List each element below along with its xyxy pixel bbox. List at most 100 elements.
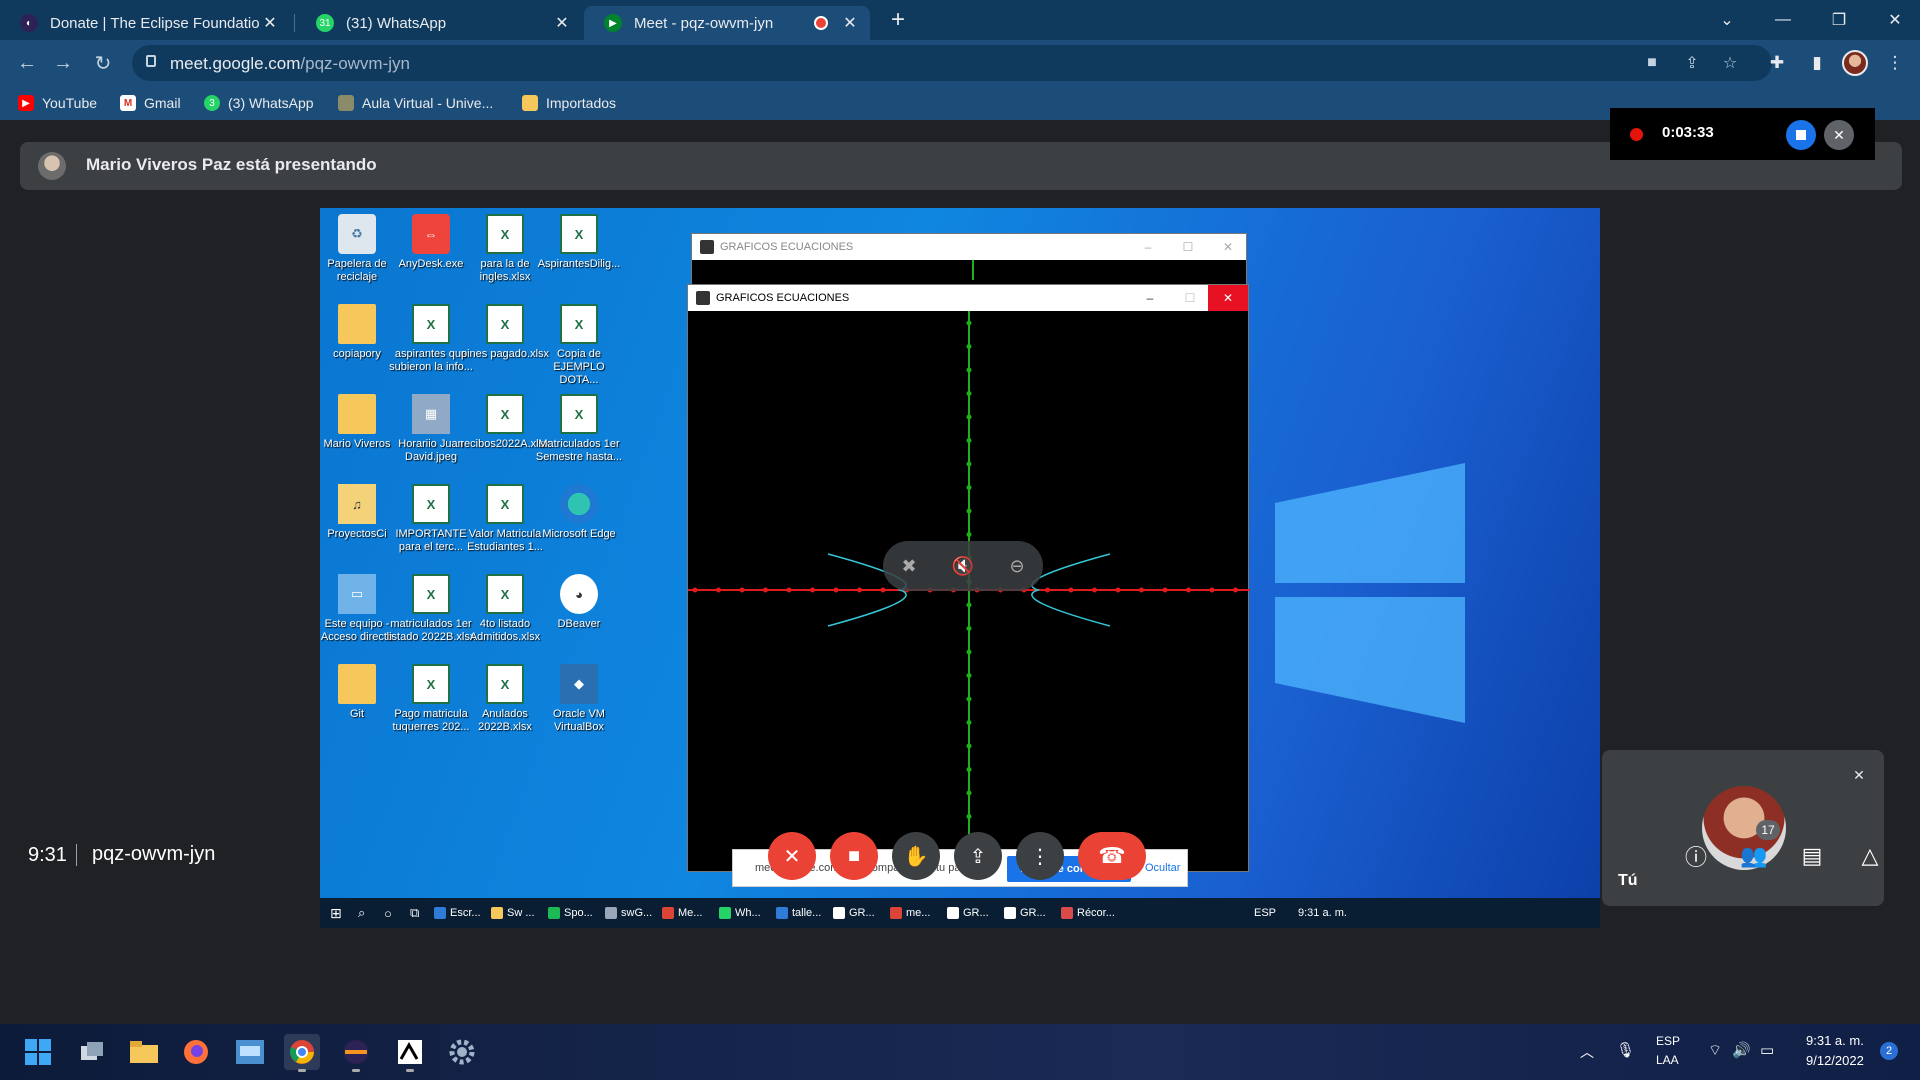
start-icon[interactable] xyxy=(20,1034,56,1070)
microphone-icon[interactable]: 🎙 xyxy=(1616,1041,1635,1059)
bookmark-star-icon[interactable]: ☆ xyxy=(1718,51,1742,75)
desktop-icon[interactable]: Microsoft Edge xyxy=(534,484,624,541)
close-tab-icon[interactable]: ✕ xyxy=(260,13,280,33)
mic-off-button[interactable]: ✕ xyxy=(768,832,816,880)
remove-icon[interactable]: ⊖ xyxy=(1005,554,1029,578)
tab-meet[interactable]: ▶ Meet - pqz-owvm-jyn ✕ xyxy=(584,6,870,40)
raise-hand-button[interactable]: ✋ xyxy=(892,832,940,880)
stop-recording-button[interactable] xyxy=(1786,120,1816,150)
close-tab-icon[interactable]: ✕ xyxy=(552,13,572,33)
tab-eclipse[interactable]: ◐ Donate | The Eclipse Foundation ✕ xyxy=(0,6,290,40)
camera-off-button[interactable]: ■ xyxy=(830,832,878,880)
youtube-icon: ▶ xyxy=(18,95,34,111)
minimize-icon[interactable]: — xyxy=(1760,0,1806,40)
x-axis-tick xyxy=(1092,587,1097,593)
address-bar[interactable]: meet.google.com/pqz-owvm-jyn ■ ⇪ ☆ xyxy=(132,45,1772,81)
hide-link[interactable]: Ocultar xyxy=(1145,862,1180,874)
y-axis-tick xyxy=(966,767,972,772)
task-view-icon[interactable] xyxy=(74,1034,110,1070)
forward-icon[interactable]: → xyxy=(48,48,78,78)
side-panel-icon[interactable]: ▮ xyxy=(1804,50,1830,76)
remote-taskbar-item: GR... xyxy=(1004,904,1046,922)
more-options-button[interactable]: ⋮ xyxy=(1016,832,1064,880)
remote-taskbar-label: Me... xyxy=(678,907,703,919)
activities-icon[interactable]: △ xyxy=(1854,840,1886,872)
input-layout[interactable]: LAA xyxy=(1656,1053,1679,1067)
y-axis-tick xyxy=(966,485,972,490)
restore-icon[interactable]: ❐ xyxy=(1816,0,1862,40)
close-icon[interactable]: ✕ xyxy=(1208,234,1248,260)
minimize-icon[interactable]: – xyxy=(1130,285,1170,311)
x-axis-tick xyxy=(810,587,815,593)
volume-off-icon[interactable]: 🔇 xyxy=(951,554,975,578)
input-language[interactable]: ESP xyxy=(1656,1034,1680,1048)
tab-search-icon[interactable]: ⌄ xyxy=(1704,0,1750,40)
meeting-info-icon[interactable]: ⓘ xyxy=(1680,840,1712,872)
desktop-icon[interactable]: ◕ DBeaver xyxy=(534,574,624,631)
remote-taskbar-label: Escr... xyxy=(450,907,481,919)
maximize-icon[interactable]: ☐ xyxy=(1170,285,1210,311)
control-panel-icon[interactable] xyxy=(232,1034,268,1070)
new-tab-button[interactable]: + xyxy=(884,6,912,34)
hyperbola-plot xyxy=(688,311,1250,873)
file-explorer-icon[interactable] xyxy=(126,1034,162,1070)
x-axis-tick xyxy=(1209,587,1215,593)
close-icon[interactable]: ✕ xyxy=(1208,285,1248,311)
battery-icon[interactable]: ▭ xyxy=(1760,1041,1774,1059)
bookmark-whatsapp[interactable]: 3 (3) WhatsApp xyxy=(204,92,314,114)
app-icon xyxy=(434,907,446,919)
settings-icon[interactable] xyxy=(444,1034,480,1070)
back-icon[interactable]: ← xyxy=(12,48,42,78)
close-window-icon[interactable]: ✕ xyxy=(1872,0,1918,40)
app-icon xyxy=(662,907,674,919)
bookmark-gmail[interactable]: M Gmail xyxy=(120,92,181,114)
remote-taskbar-item: swG... xyxy=(605,904,652,922)
maximize-icon[interactable]: ☐ xyxy=(1168,234,1208,260)
share-icon[interactable]: ⇪ xyxy=(1680,51,1704,75)
profile-avatar[interactable] xyxy=(1842,50,1868,76)
tab-whatsapp[interactable]: 31 (31) WhatsApp ✕ xyxy=(296,6,582,40)
desktop-icon[interactable]: X Matriculados 1er Semestre hasta... xyxy=(534,394,624,464)
y-axis-tick xyxy=(966,696,972,702)
desktop-icon[interactable]: ◆ Oracle VM VirtualBox xyxy=(534,664,624,734)
chat-icon[interactable]: ▤ xyxy=(1796,840,1828,872)
edge-file-icon xyxy=(560,484,598,524)
chrome-icon[interactable] xyxy=(284,1034,320,1072)
java-app-icon[interactable] xyxy=(392,1034,428,1072)
bookmark-aula-virtual[interactable]: Aula Virtual - Unive... xyxy=(338,92,493,114)
desktop-icon[interactable]: X AspirantesDilig... xyxy=(534,214,624,271)
desktop-icon[interactable]: X Copia de EJEMPLO DOTA... xyxy=(534,304,624,387)
wifi-icon[interactable]: ⌔ xyxy=(1708,1041,1722,1060)
pin-off-icon[interactable]: ✖ xyxy=(897,554,921,578)
windows-logo-wallpaper xyxy=(1275,463,1465,723)
clock-time[interactable]: 9:31 a. m. xyxy=(1806,1033,1864,1048)
remote-taskbar-item: talle... xyxy=(776,904,821,922)
folder-file-icon xyxy=(338,664,376,704)
eclipse-icon[interactable] xyxy=(338,1034,374,1072)
y-axis-tick xyxy=(966,814,972,819)
minimize-icon[interactable]: – xyxy=(1128,234,1168,260)
people-icon[interactable]: 👥 xyxy=(1738,840,1770,872)
close-tab-icon[interactable]: ✕ xyxy=(840,13,860,33)
tray-overflow-icon[interactable]: ︿ xyxy=(1580,1042,1594,1062)
chrome-menu-icon[interactable]: ⋮ xyxy=(1882,50,1908,76)
x-axis-tick xyxy=(716,587,721,593)
firefox-icon[interactable] xyxy=(178,1034,214,1070)
clock-date[interactable]: 9/12/2022 xyxy=(1806,1053,1864,1068)
graficos-window-front[interactable]: GRAFICOS ECUACIONES – ☐ ✕ ✖ 🔇 ⊖ xyxy=(687,284,1250,873)
x-axis-tick xyxy=(1115,587,1121,593)
self-video-tile[interactable]: Tú ✕ xyxy=(1602,750,1884,906)
leave-call-button[interactable]: ☎ xyxy=(1078,832,1146,880)
extensions-icon[interactable]: ✚ xyxy=(1764,50,1790,76)
windows-taskbar: ︿ 🎙 ESP LAA ⌔ 🔊 ▭ 9:31 a. m. 9/12/2022 2 xyxy=(0,1024,1920,1080)
mic-off-icon[interactable]: ✕ xyxy=(1824,120,1854,150)
camera-icon[interactable]: ■ xyxy=(1640,51,1664,75)
bookmark-folder-importados[interactable]: Importados xyxy=(522,92,616,114)
volume-icon[interactable]: 🔊 xyxy=(1732,1041,1751,1059)
notification-badge[interactable]: 2 xyxy=(1880,1042,1898,1060)
db-file-icon: ◕ xyxy=(560,574,598,614)
reload-icon[interactable]: ↻ xyxy=(88,48,118,78)
xl-file-icon: X xyxy=(486,304,524,344)
bookmark-youtube[interactable]: ▶ YouTube xyxy=(18,92,97,114)
present-button[interactable]: ⇪ xyxy=(954,832,1002,880)
